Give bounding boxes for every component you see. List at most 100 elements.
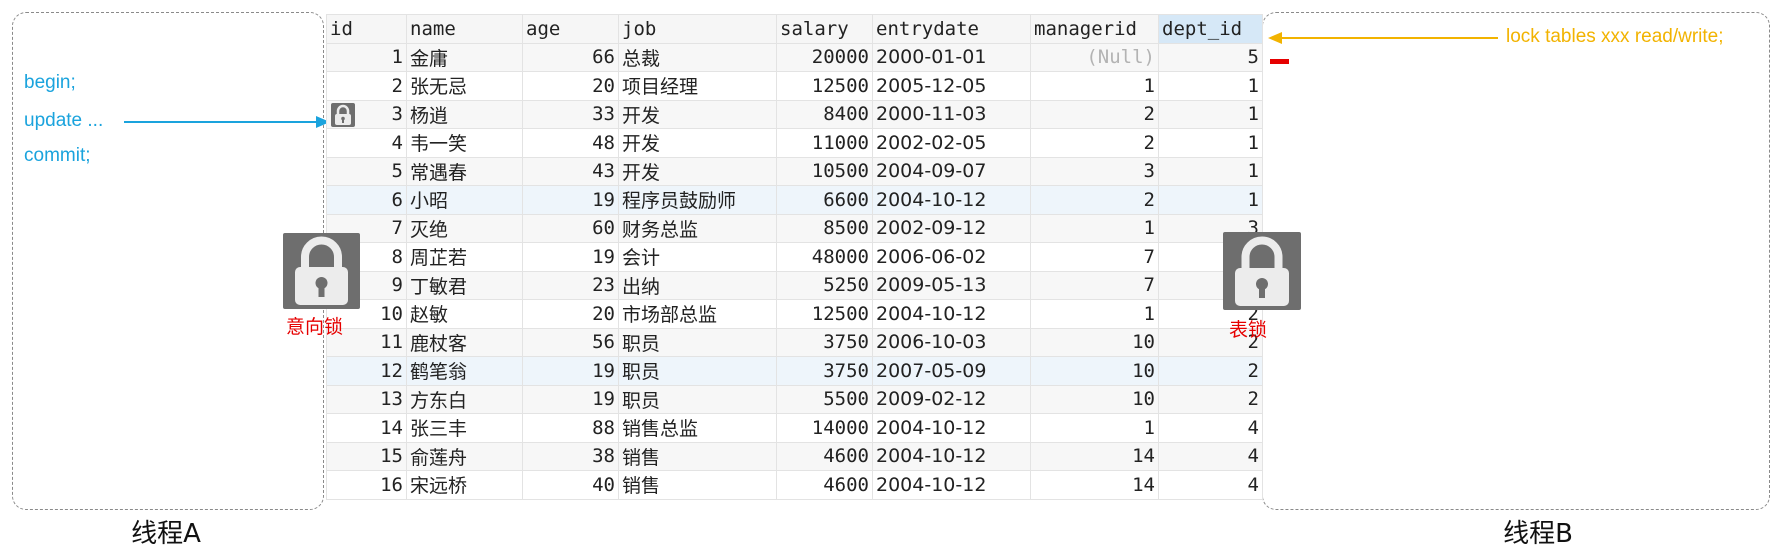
- cell-managerid[interactable]: 1: [1030, 71, 1159, 101]
- table-row[interactable]: 8周芷若19会计480002006-06-0273: [326, 242, 1263, 272]
- cell-salary[interactable]: 8400: [776, 99, 873, 129]
- cell-salary[interactable]: 4600: [776, 470, 873, 500]
- column-header-dept-id[interactable]: dept_id: [1158, 14, 1263, 44]
- cell-job[interactable]: 市场部总监: [618, 299, 777, 329]
- cell-salary[interactable]: 5500: [776, 384, 873, 414]
- cell-managerid[interactable]: 14: [1030, 470, 1159, 500]
- cell-salary[interactable]: 48000: [776, 242, 873, 272]
- table-row[interactable]: 2 张无忌 20 项目经理 12500 2005-12-05 1 1: [326, 71, 1263, 101]
- cell-entrydate[interactable]: 2004-10-12: [872, 185, 1031, 215]
- cell-id[interactable]: 3: [326, 99, 407, 129]
- cell-id[interactable]: 2: [326, 71, 407, 101]
- cell-id[interactable]: 6: [326, 185, 407, 215]
- column-header-id[interactable]: id: [326, 14, 407, 44]
- cell-entrydate[interactable]: 2004-10-12: [872, 299, 1031, 329]
- cell-managerid[interactable]: 2: [1030, 99, 1159, 129]
- cell-entrydate[interactable]: 2000-11-03: [872, 99, 1031, 129]
- cell-entrydate[interactable]: 2000-01-01: [872, 42, 1031, 72]
- cell-id[interactable]: 12: [326, 356, 407, 386]
- cell-job[interactable]: 会计: [618, 242, 777, 272]
- cell-id[interactable]: 15: [326, 441, 407, 471]
- cell-salary[interactable]: 12500: [776, 299, 873, 329]
- table-row[interactable]: 3 杨逍 33 开发 8400 2000-11-03 2 1: [326, 99, 1263, 129]
- cell-entrydate[interactable]: 2006-06-02: [872, 242, 1031, 272]
- column-header-job[interactable]: job: [618, 14, 777, 44]
- cell-entrydate[interactable]: 2004-10-12: [872, 470, 1031, 500]
- table-row[interactable]: 5 常遇春 43 开发 10500 2004-09-07 3 1: [326, 156, 1263, 186]
- cell-salary[interactable]: 14000: [776, 413, 873, 443]
- cell-name[interactable]: 俞莲舟: [406, 441, 523, 471]
- table-row[interactable]: 10 赵敏 20 市场部总监 12500 2004-10-12 1 2: [326, 299, 1263, 329]
- cell-salary[interactable]: 10500: [776, 156, 873, 186]
- cell-id[interactable]: 14: [326, 413, 407, 443]
- cell-job[interactable]: 项目经理: [618, 71, 777, 101]
- cell-name[interactable]: 张无忌: [406, 71, 523, 101]
- cell-entrydate[interactable]: 2004-09-07: [872, 156, 1031, 186]
- cell-name[interactable]: 丁敏君: [406, 270, 523, 300]
- column-header-name[interactable]: name: [406, 14, 523, 44]
- cell-age[interactable]: 33: [522, 99, 619, 129]
- cell-id[interactable]: 5: [326, 156, 407, 186]
- cell-dept-id[interactable]: 1: [1158, 71, 1263, 101]
- cell-age[interactable]: 20: [522, 71, 619, 101]
- cell-dept-id[interactable]: 5: [1158, 42, 1263, 72]
- cell-dept-id[interactable]: 4: [1158, 441, 1263, 471]
- cell-name[interactable]: 杨逍: [406, 99, 523, 129]
- cell-dept-id[interactable]: 2: [1158, 356, 1263, 386]
- cell-job[interactable]: 开发: [618, 99, 777, 129]
- cell-job[interactable]: 开发: [618, 128, 777, 158]
- cell-name[interactable]: 小昭: [406, 185, 523, 215]
- cell-managerid[interactable]: 7: [1030, 242, 1159, 272]
- cell-managerid[interactable]: (Null): [1030, 42, 1159, 72]
- cell-entrydate[interactable]: 2007-05-09: [872, 356, 1031, 386]
- cell-age[interactable]: 60: [522, 213, 619, 243]
- cell-managerid[interactable]: 14: [1030, 441, 1159, 471]
- cell-dept-id[interactable]: 4: [1158, 470, 1263, 500]
- cell-id[interactable]: 13: [326, 384, 407, 414]
- cell-age[interactable]: 19: [522, 242, 619, 272]
- table-row[interactable]: 13 方东白 19 职员 5500 2009-02-12 10 2: [326, 384, 1263, 414]
- cell-managerid[interactable]: 3: [1030, 156, 1159, 186]
- cell-dept-id[interactable]: 2: [1158, 384, 1263, 414]
- cell-id[interactable]: 16: [326, 470, 407, 500]
- column-header-salary[interactable]: salary: [776, 14, 873, 44]
- cell-name[interactable]: 方东白: [406, 384, 523, 414]
- column-header-age[interactable]: age: [522, 14, 619, 44]
- cell-dept-id[interactable]: 4: [1158, 413, 1263, 443]
- cell-managerid[interactable]: 10: [1030, 356, 1159, 386]
- cell-salary[interactable]: 20000: [776, 42, 873, 72]
- cell-job[interactable]: 职员: [618, 327, 777, 357]
- cell-managerid[interactable]: 2: [1030, 128, 1159, 158]
- cell-entrydate[interactable]: 2006-10-03: [872, 327, 1031, 357]
- cell-age[interactable]: 88: [522, 413, 619, 443]
- cell-age[interactable]: 56: [522, 327, 619, 357]
- cell-job[interactable]: 总裁: [618, 42, 777, 72]
- cell-age[interactable]: 66: [522, 42, 619, 72]
- cell-job[interactable]: 财务总监: [618, 213, 777, 243]
- cell-managerid[interactable]: 7: [1030, 270, 1159, 300]
- table-row[interactable]: 14 张三丰 88 销售总监 14000 2004-10-12 1 4: [326, 413, 1263, 443]
- cell-name[interactable]: 鹤笔翁: [406, 356, 523, 386]
- cell-salary[interactable]: 8500: [776, 213, 873, 243]
- cell-id[interactable]: 1: [326, 42, 407, 72]
- cell-job[interactable]: 销售总监: [618, 413, 777, 443]
- cell-salary[interactable]: 12500: [776, 71, 873, 101]
- cell-dept-id[interactable]: 1: [1158, 128, 1263, 158]
- table-row[interactable]: 1 金庸 66 总裁 20000 2000-01-01 (Null) 5: [326, 42, 1263, 72]
- cell-managerid[interactable]: 10: [1030, 384, 1159, 414]
- cell-salary[interactable]: 11000: [776, 128, 873, 158]
- column-header-managerid[interactable]: managerid: [1030, 14, 1159, 44]
- cell-entrydate[interactable]: 2005-12-05: [872, 71, 1031, 101]
- column-header-entrydate[interactable]: entrydate: [872, 14, 1031, 44]
- cell-age[interactable]: 20: [522, 299, 619, 329]
- cell-name[interactable]: 金庸: [406, 42, 523, 72]
- cell-salary[interactable]: 3750: [776, 327, 873, 357]
- table-row[interactable]: 7 灭绝 60 财务总监 8500 2002-09-12 1 3: [326, 213, 1263, 243]
- cell-job[interactable]: 销售: [618, 441, 777, 471]
- cell-age[interactable]: 43: [522, 156, 619, 186]
- cell-age[interactable]: 48: [522, 128, 619, 158]
- table-row[interactable]: 15 俞莲舟 38 销售 4600 2004-10-12 14 4: [326, 441, 1263, 471]
- table-row[interactable]: 9丁敏君23出纳52502009-05-1373: [326, 270, 1263, 300]
- table-row[interactable]: 4 韦一笑 48 开发 11000 2002-02-05 2 1: [326, 128, 1263, 158]
- table-row[interactable]: 12 鹤笔翁 19 职员 3750 2007-05-09 10 2: [326, 356, 1263, 386]
